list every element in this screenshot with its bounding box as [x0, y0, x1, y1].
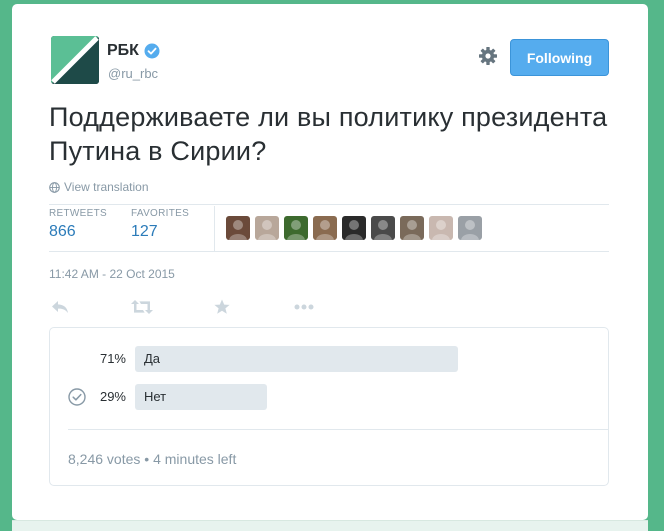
favoriters-list	[226, 216, 487, 240]
poll-option: 71% Да	[50, 346, 608, 372]
retweet-button[interactable]	[131, 297, 153, 317]
favorite-star-icon	[214, 299, 230, 314]
stats-separator	[214, 206, 215, 251]
check-circle-icon	[68, 388, 86, 406]
retweets-stat[interactable]: RETWEETS 866	[49, 208, 107, 241]
poll-option-label: Да	[144, 351, 161, 366]
poll-votes: 8,246 votes	[68, 451, 141, 467]
tweet-text: Поддерживаете ли вы политику президента …	[49, 102, 608, 166]
favorites-stat[interactable]: FAVORITES 127	[131, 208, 189, 241]
retweet-icon	[131, 300, 153, 314]
favoriter-avatar[interactable]	[458, 216, 482, 240]
favoriter-avatar[interactable]	[400, 216, 424, 240]
favorites-label: FAVORITES	[131, 208, 190, 219]
author-name-row: РБК	[107, 42, 160, 60]
more-button[interactable]	[293, 297, 315, 317]
reply-button[interactable]	[49, 297, 71, 317]
poll-meta: 8,246 votes • 4 minutes left	[68, 451, 236, 467]
retweets-count: 866	[49, 223, 76, 240]
tweet-timestamp[interactable]: 11:42 AM - 22 Oct 2015	[49, 267, 175, 281]
tweet-actions	[49, 297, 315, 317]
favoriter-avatar[interactable]	[429, 216, 453, 240]
tweet-card: РБК @ru_rbc Following Поддерживаете ли в…	[12, 4, 648, 520]
favorite-button[interactable]	[211, 297, 233, 317]
favoriter-avatar[interactable]	[226, 216, 250, 240]
poll-time-left: 4 minutes left	[153, 451, 237, 467]
poll-option: 29% Нет	[50, 384, 608, 410]
author-handle[interactable]: @ru_rbc	[108, 66, 158, 81]
divider	[49, 251, 609, 252]
divider	[49, 204, 609, 205]
poll-divider	[68, 429, 608, 430]
favoriter-avatar[interactable]	[284, 216, 308, 240]
rbc-logo	[51, 36, 99, 84]
globe-icon	[49, 181, 60, 193]
verified-badge-icon	[144, 43, 160, 59]
view-translation-label: View translation	[64, 180, 149, 194]
favorites-count: 127	[131, 223, 158, 240]
poll-separator: •	[144, 451, 150, 467]
author-name[interactable]: РБК	[107, 42, 139, 60]
poll-card: 71% Да 29% Нет 8,246 votes • 4 minutes l…	[49, 327, 609, 486]
poll-option-label: Нет	[144, 389, 167, 404]
author-avatar[interactable]	[51, 36, 99, 84]
footer-strip	[12, 520, 648, 531]
more-dots-icon	[294, 304, 314, 310]
favoriter-avatar[interactable]	[342, 216, 366, 240]
retweets-label: RETWEETS	[49, 208, 107, 219]
poll-option-bar	[135, 346, 458, 372]
favoriter-avatar[interactable]	[255, 216, 279, 240]
poll-option-percent: 71%	[99, 351, 126, 366]
following-button[interactable]: Following	[510, 39, 609, 76]
gear-icon[interactable]	[478, 46, 498, 66]
favoriter-avatar[interactable]	[313, 216, 337, 240]
favoriter-avatar[interactable]	[371, 216, 395, 240]
poll-option-percent: 29%	[99, 389, 126, 404]
reply-icon	[52, 301, 68, 313]
view-translation-link[interactable]: View translation	[49, 180, 149, 194]
